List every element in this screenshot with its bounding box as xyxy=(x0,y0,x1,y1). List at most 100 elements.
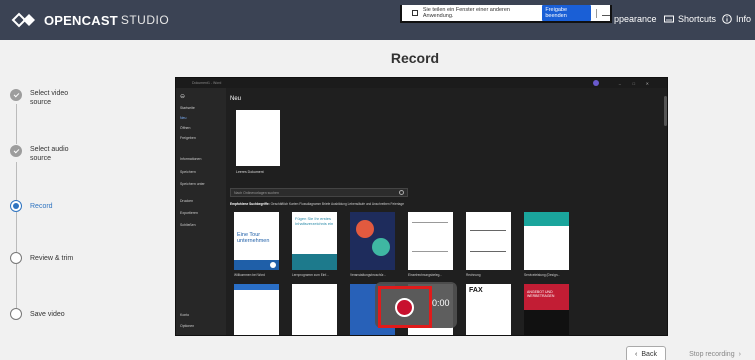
step-label: Record xyxy=(30,203,53,210)
step-label: Select audio source xyxy=(30,146,69,162)
close-icon: ✕ xyxy=(645,81,649,86)
step-save-video[interactable]: Save video xyxy=(10,308,80,320)
opencast-logo-icon xyxy=(11,12,35,28)
shortcuts-label: Shortcuts xyxy=(678,14,717,24)
sidebar-item: Informationen xyxy=(180,157,202,161)
share-divider xyxy=(596,8,598,18)
categories-heading: Empfohlene Suchbegriffe: xyxy=(230,202,270,206)
record-dot-icon xyxy=(395,298,414,317)
maximize-icon: □ xyxy=(632,81,635,86)
template-table xyxy=(470,230,506,252)
template-thumb: Eine Tour unternehmen xyxy=(234,212,279,270)
template-thumb-band xyxy=(524,212,569,226)
scrollbar xyxy=(664,96,667,126)
template-label: Lernprogramm zum Einf... xyxy=(292,273,329,277)
minimize-icon: – xyxy=(618,81,621,86)
template-thumb-band xyxy=(292,254,337,270)
template-thumb xyxy=(408,212,453,270)
search-icon xyxy=(399,190,404,195)
step-review-trim[interactable]: Review & trim xyxy=(10,252,80,264)
arrow-icon xyxy=(270,262,276,268)
template-thumb: FAX xyxy=(466,284,511,335)
sidebar-item: Drucken xyxy=(180,199,194,203)
step-select-audio[interactable]: Select audio source xyxy=(10,145,80,163)
template-thumb: ANGEBOT UND WERBETRAGEN xyxy=(524,284,569,335)
step-record[interactable]: Record xyxy=(10,200,80,212)
share-banner-text: Sie teilen ein Fenster einer anderen Anw… xyxy=(422,7,510,19)
template-thumb-text: Fügen Sie Ihr erstes Inhaltsverzeichnis … xyxy=(295,216,334,226)
user-avatar xyxy=(593,80,599,86)
record-button[interactable] xyxy=(378,286,432,328)
step-active-icon xyxy=(10,200,22,212)
chevron-right-icon: › xyxy=(738,350,741,358)
template-thumb xyxy=(466,212,511,270)
template-search: Nach Onlinevorlagen suchen xyxy=(230,188,408,197)
step-done-icon xyxy=(10,145,22,157)
info-icon xyxy=(722,14,732,24)
template-thumb xyxy=(292,284,337,335)
share-window-icon xyxy=(412,10,418,16)
sidebar-item: Optionen xyxy=(180,324,195,328)
info-button[interactable]: Info xyxy=(722,14,751,24)
sidebar-item: Konto xyxy=(180,313,190,317)
stepper-line xyxy=(16,104,17,144)
sidebar-item: Startseite xyxy=(180,106,195,110)
sidebar-item: Öffnen xyxy=(180,126,191,130)
blank-document-label: Leeres Dokument xyxy=(236,170,264,174)
back-label: Back xyxy=(641,350,657,358)
info-label: Info xyxy=(736,14,752,24)
template-label: Einzelrechnungsbeleg... xyxy=(408,273,443,277)
template-thumb xyxy=(350,212,395,270)
template-thumb: Fügen Sie Ihr erstes Inhaltsverzeichnis … xyxy=(292,212,337,270)
template-label: Serviceleistung (Design... xyxy=(524,273,561,277)
word-titlebar: Dokument1 - Word – □ ✕ xyxy=(176,78,667,88)
minimize-banner-icon[interactable] xyxy=(602,11,610,16)
stepper-line xyxy=(16,264,17,308)
app-header: OPENCAST STUDIO ppearance Shortcuts Info xyxy=(0,0,755,40)
shortcuts-button[interactable]: Shortcuts xyxy=(664,14,716,24)
keyboard-icon xyxy=(664,15,674,23)
template-search-placeholder: Nach Onlinevorlagen suchen xyxy=(234,191,279,195)
sidebar-item: Neu xyxy=(180,116,187,120)
categories-list: Geschäftlich Karten Flussdiagramm Briefe… xyxy=(270,202,404,206)
template-label: Rechnung xyxy=(466,273,481,277)
template-thumb xyxy=(524,212,569,270)
appearance-button[interactable]: ppearance xyxy=(614,14,657,24)
sidebar-item: Speichern xyxy=(180,170,196,174)
step-pending-icon xyxy=(10,308,22,320)
new-heading: Neu xyxy=(230,96,242,102)
brand-sub: STUDIO xyxy=(120,13,170,27)
sidebar-item: Speichern unter xyxy=(180,182,205,186)
step-label: Select video source xyxy=(30,90,69,106)
template-thumb-text: Eine Tour unternehmen xyxy=(237,232,270,244)
appearance-label: ppearance xyxy=(614,14,657,24)
blank-document-thumb xyxy=(236,110,280,166)
opencast-logo[interactable]: OPENCAST STUDIO xyxy=(10,12,169,28)
step-pending-icon xyxy=(10,252,22,264)
stepper-line xyxy=(16,212,17,252)
stop-recording-label: Stop recording xyxy=(689,350,735,358)
brand-name: OPENCAST xyxy=(44,12,118,28)
back-arrow-icon: ⊖ xyxy=(180,94,186,100)
screen-share-banner: Sie teilen ein Fenster einer anderen Anw… xyxy=(400,5,612,23)
template-shape xyxy=(356,220,374,238)
template-label: Willkommen bei Word xyxy=(234,273,265,277)
template-thumb-text: ANGEBOT UND WERBETRAGEN xyxy=(527,290,555,298)
step-select-video[interactable]: Select video source xyxy=(10,89,80,107)
step-done-icon xyxy=(10,89,22,101)
template-label: Veranstaltungsbroschür... xyxy=(350,273,386,277)
step-label: Review & trim xyxy=(30,255,74,262)
stop-sharing-button[interactable]: Freigabe beenden xyxy=(542,5,592,21)
template-thumb xyxy=(234,284,279,335)
word-window-title: Dokument1 - Word xyxy=(192,81,222,85)
chevron-left-icon: ‹ xyxy=(635,350,638,358)
template-thumb-band xyxy=(234,284,279,290)
recording-timer: 0:00 xyxy=(432,298,450,308)
sidebar-item: Schließen xyxy=(180,223,196,227)
template-thumb-text: FAX xyxy=(469,287,483,294)
template-categories: Empfohlene Suchbegriffe: Geschäftlich Ka… xyxy=(230,202,404,206)
sidebar-item: Exportieren xyxy=(180,211,198,215)
template-table xyxy=(412,222,448,252)
back-button[interactable]: ‹ Back xyxy=(626,346,666,360)
stop-recording-button[interactable]: Stop recording › xyxy=(680,346,750,360)
